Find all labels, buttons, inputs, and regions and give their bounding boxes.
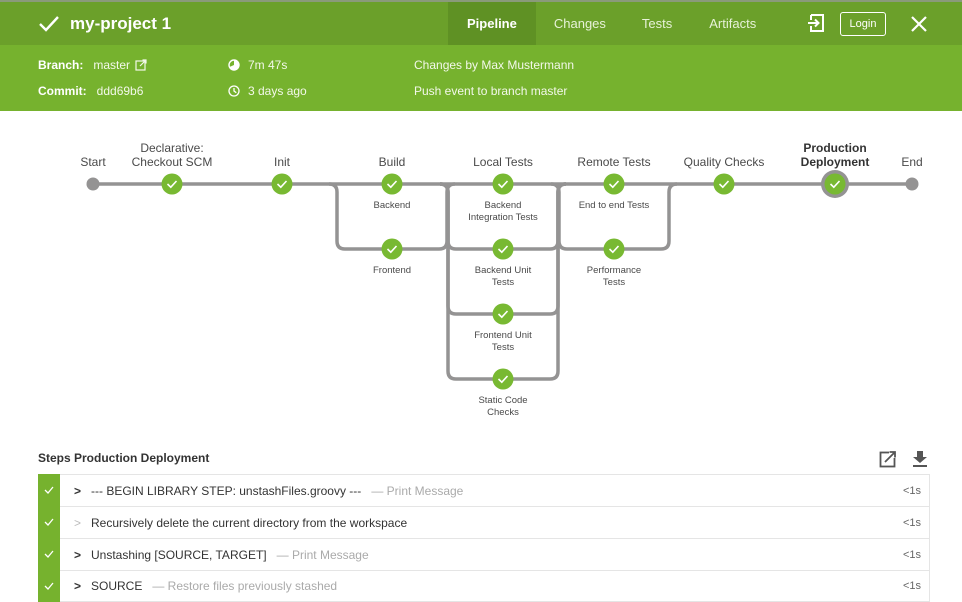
stage-label: Init bbox=[274, 155, 291, 169]
step-text: Unstashing [SOURCE, TARGET] bbox=[91, 547, 267, 562]
step-duration: <1s bbox=[902, 516, 921, 529]
chevron-right-icon[interactable]: > bbox=[74, 484, 86, 498]
pipeline-end-label: End bbox=[901, 155, 922, 169]
duration-info: 7m 47s bbox=[228, 58, 287, 72]
tab-changes[interactable]: Changes bbox=[536, 2, 624, 45]
step-text: SOURCE bbox=[91, 579, 143, 593]
step-description: — Print Message bbox=[276, 547, 369, 562]
step-status-success bbox=[38, 538, 60, 570]
steps-list: > --- BEGIN LIBRARY STEP: unstashFiles.g… bbox=[38, 474, 930, 602]
close-icon[interactable] bbox=[910, 15, 928, 33]
step-duration: <1s bbox=[902, 580, 921, 592]
tab-pipeline[interactable]: Pipeline bbox=[448, 2, 536, 45]
parallel-branch-label: Tests bbox=[492, 277, 514, 288]
started-value: 3 days ago bbox=[248, 84, 307, 98]
stage-label: Remote Tests bbox=[577, 155, 650, 169]
check-icon bbox=[44, 582, 54, 590]
stage-node[interactable] bbox=[161, 173, 183, 195]
stage-node[interactable] bbox=[824, 173, 846, 195]
tab-tests[interactable]: Tests bbox=[624, 2, 691, 45]
login-button[interactable]: Login bbox=[840, 12, 886, 36]
stage-label: Local Tests bbox=[473, 155, 533, 169]
check-icon bbox=[44, 518, 54, 526]
step-row[interactable]: > Unstashing [SOURCE, TARGET] — Print Me… bbox=[38, 538, 930, 570]
stage-label: Deployment bbox=[801, 155, 870, 169]
check-icon bbox=[39, 16, 59, 32]
duration-value: 7m 47s bbox=[248, 58, 288, 72]
stage-label: Declarative: bbox=[140, 141, 203, 155]
step-status-success bbox=[38, 569, 60, 602]
chevron-right-icon[interactable]: > bbox=[74, 516, 86, 530]
stage-node[interactable] bbox=[271, 173, 293, 195]
parallel-node[interactable] bbox=[492, 303, 514, 325]
step-status-success bbox=[38, 474, 60, 506]
stage-label: Production bbox=[803, 141, 866, 155]
stage-label: Quality Checks bbox=[684, 155, 765, 169]
parallel-branch-label: Backend bbox=[485, 200, 522, 211]
popout-icon[interactable] bbox=[879, 450, 897, 468]
parallel-branch-label: End to end Tests bbox=[579, 200, 650, 211]
parallel-node[interactable] bbox=[381, 173, 403, 195]
started-info: 3 days ago bbox=[228, 84, 307, 98]
branch-label: Branch: bbox=[38, 58, 84, 72]
step-text: Recursively delete the current directory… bbox=[91, 515, 408, 530]
changes-info: Changes by Max Mustermann bbox=[414, 58, 575, 72]
pipeline-graph: Start End Declarative:Checkout SCM Init Buil… bbox=[80, 141, 922, 418]
step-text: --- BEGIN LIBRARY STEP: unstashFiles.gro… bbox=[91, 483, 362, 498]
check-icon bbox=[44, 486, 54, 494]
branch-info: Branch: master bbox=[38, 58, 147, 72]
step-description: — Print Message bbox=[371, 483, 464, 498]
parallel-branch-label: Integration Tests bbox=[468, 212, 538, 223]
run-info-bar: Branch: master Commit: ddd69b6 7m 47s 3 … bbox=[0, 45, 962, 111]
stage-label: Checkout SCM bbox=[132, 155, 213, 169]
pipeline-start-node bbox=[86, 177, 100, 191]
check-icon bbox=[44, 550, 54, 558]
parallel-branch-label: Static Code bbox=[478, 395, 527, 406]
parallel-node[interactable] bbox=[603, 173, 625, 195]
parallel-branch-label: Frontend bbox=[373, 265, 411, 276]
step-duration: <1s bbox=[902, 484, 921, 497]
download-icon[interactable] bbox=[911, 450, 929, 468]
parallel-branch-label: Checks bbox=[487, 407, 519, 418]
commit-value: ddd69b6 bbox=[96, 84, 144, 98]
run-title-text: my-project 1 bbox=[70, 14, 172, 33]
external-link-icon[interactable] bbox=[135, 59, 147, 71]
chevron-right-icon[interactable]: > bbox=[74, 579, 86, 593]
commit-label: Commit: bbox=[38, 84, 87, 98]
branch-value[interactable]: master bbox=[93, 58, 130, 72]
parallel-branch-label: Backend Unit bbox=[475, 265, 532, 276]
steps-title: Steps Production Deployment bbox=[38, 451, 210, 465]
step-row[interactable]: > --- BEGIN LIBRARY STEP: unstashFiles.g… bbox=[38, 474, 930, 506]
duration-icon bbox=[228, 59, 240, 71]
pipeline-end-node bbox=[905, 177, 919, 191]
step-description: — Restore files previously stashed bbox=[152, 579, 338, 593]
pipeline-start-label: Start bbox=[80, 155, 106, 169]
parallel-node[interactable] bbox=[381, 238, 403, 260]
chevron-right-icon[interactable]: > bbox=[74, 548, 86, 562]
stage-label: Build bbox=[379, 155, 406, 169]
top-bar: my-project 1 Pipeline Changes Tests Arti… bbox=[0, 0, 962, 45]
parallel-branch-label: Tests bbox=[492, 342, 514, 353]
step-status-success bbox=[38, 506, 60, 538]
step-row[interactable]: > Recursively delete the current directo… bbox=[38, 506, 930, 538]
parallel-node[interactable] bbox=[492, 238, 514, 260]
tab-bar: Pipeline Changes Tests Artifacts bbox=[448, 2, 774, 45]
commit-info: Commit: ddd69b6 bbox=[38, 84, 143, 98]
parallel-node[interactable] bbox=[603, 238, 625, 260]
step-row[interactable]: > SOURCE — Restore files previously stas… bbox=[38, 569, 930, 602]
exit-icon[interactable] bbox=[807, 13, 827, 33]
tab-artifacts[interactable]: Artifacts bbox=[691, 2, 774, 45]
parallel-branch-label: Tests bbox=[603, 277, 625, 288]
parallel-branch-label: Frontend Unit bbox=[474, 330, 532, 341]
run-title: my-project 1 bbox=[38, 10, 171, 38]
stage-node[interactable] bbox=[713, 173, 735, 195]
step-duration: <1s bbox=[902, 548, 921, 561]
parallel-branch-label: Performance bbox=[587, 265, 641, 276]
clock-icon bbox=[228, 85, 240, 97]
cause-info: Push event to branch master bbox=[414, 84, 568, 98]
parallel-branch-label: Backend bbox=[374, 200, 411, 211]
parallel-node[interactable] bbox=[492, 173, 514, 195]
parallel-node[interactable] bbox=[492, 368, 514, 390]
